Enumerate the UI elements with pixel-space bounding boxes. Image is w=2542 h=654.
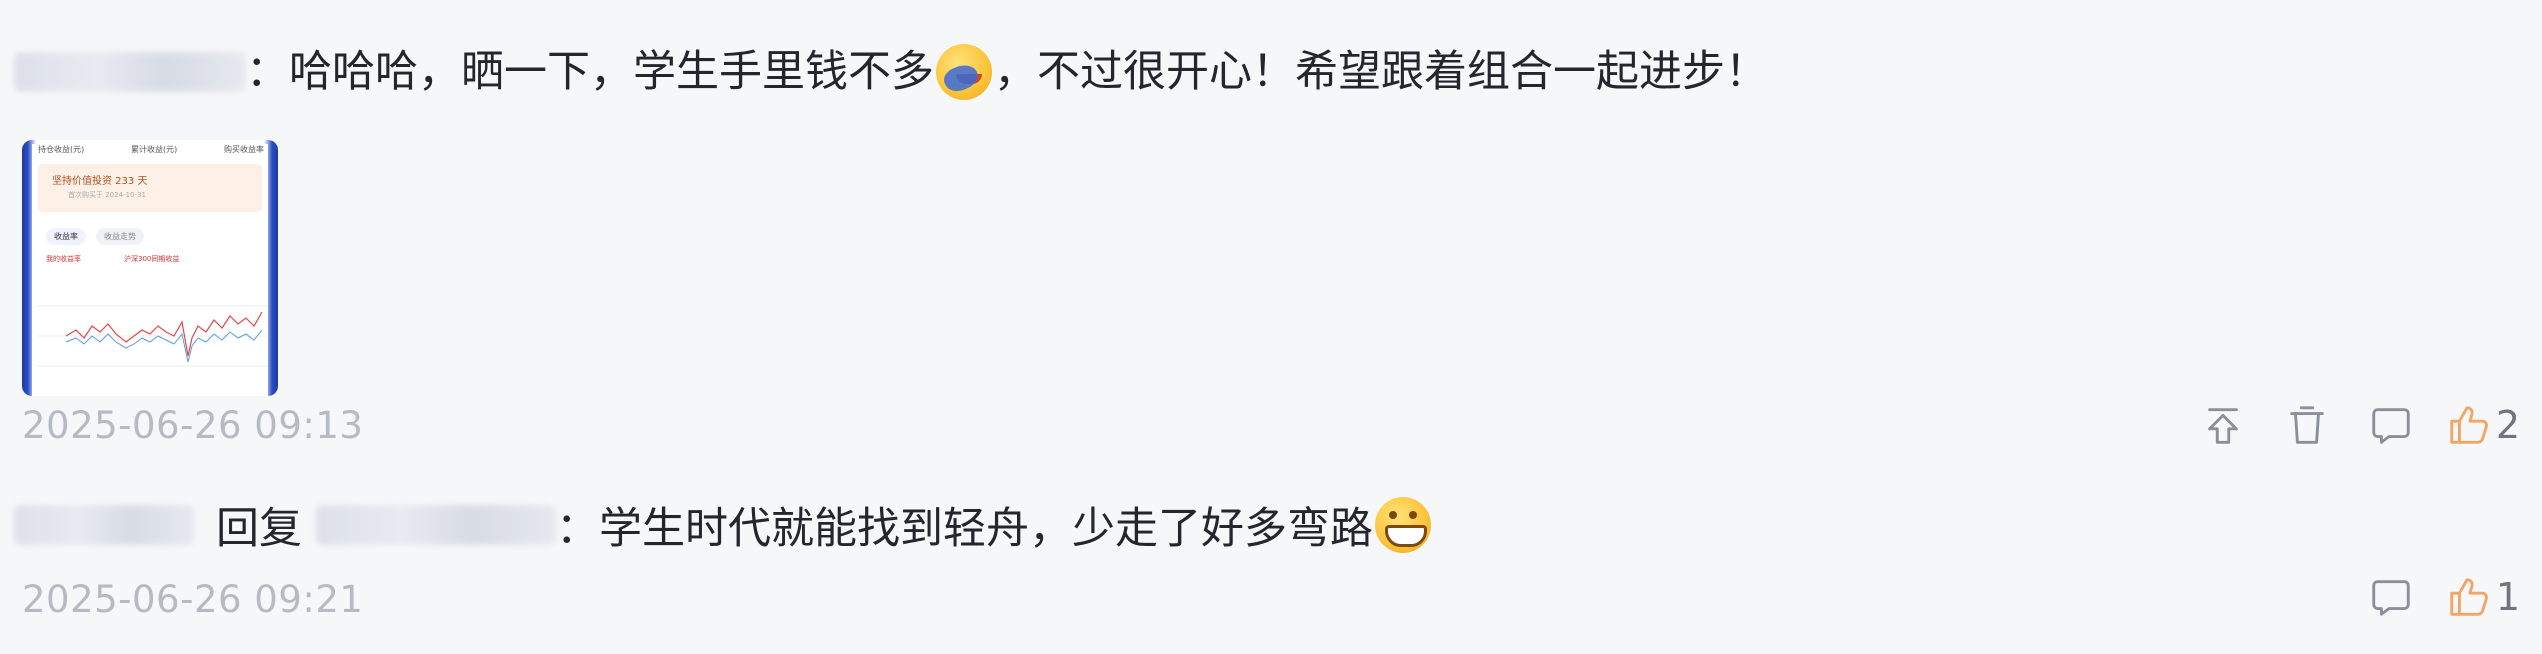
username-redacted[interactable]: [14, 505, 194, 545]
thumb-tabs: 收益率 收益走势: [46, 228, 144, 245]
reply-target-redacted[interactable]: [316, 505, 556, 545]
comment-1-timestamp: 2025-06-26 09:13: [22, 404, 364, 447]
like-count: 1: [2495, 575, 2520, 619]
comment-1-actions: 2: [2166, 398, 2520, 452]
grinning-emoji-icon: [1375, 497, 1431, 553]
comment-thread: ：哈哈哈，晒一下，学生手里钱不多 ，不过很开心！希望跟着组合一起进步！ 持仓收益…: [0, 0, 2542, 654]
thumb-banner-title: 坚持价值投资 233 天: [52, 176, 148, 187]
thumb-banner-sub: 首次购买于 2024-10-31: [68, 191, 146, 199]
reply-label: 回复: [216, 504, 302, 554]
thumb-label-left: 持仓收益(元): [38, 145, 85, 154]
thumbs-up-icon: [2450, 406, 2488, 444]
thumb-tab-active: 收益率: [46, 228, 86, 245]
thumbs-up-icon: [2450, 578, 2488, 616]
comment-bubble-icon[interactable]: [2364, 570, 2418, 624]
thumb-label-mid: 累计收益(元): [131, 145, 178, 154]
comment-text-part2: ，不过很开心！希望跟着组合一起进步！: [994, 47, 1768, 97]
username-redacted[interactable]: [14, 52, 246, 92]
thumb-stat-2: 沪深300同期收益: [124, 255, 180, 263]
like-count: 2: [2495, 403, 2520, 447]
thumb-stats: 我的收益率 沪深300同期收益: [46, 254, 256, 264]
trash-icon[interactable]: [2280, 398, 2334, 452]
thumb-tab-other: 收益走势: [96, 228, 144, 245]
like-button[interactable]: 2: [2446, 402, 2520, 448]
comment-text-part1: ：学生时代就能找到轻舟，少走了好多弯路: [556, 504, 1373, 554]
thumb-banner: 坚持价值投资 233 天 首次购买于 2024-10-31: [38, 164, 262, 212]
comment-image-thumbnail[interactable]: 持仓收益(元) 累计收益(元) 购买收益率 坚持价值投资 233 天 首次购买于…: [22, 140, 278, 396]
thumb-label-right: 购买收益率: [224, 145, 264, 154]
pin-top-icon[interactable]: [2196, 398, 2250, 452]
comment-2-actions: 1: [2334, 570, 2520, 624]
thumb-line-chart: [36, 305, 268, 367]
like-button[interactable]: 1: [2446, 574, 2520, 620]
comment-1-body: ：哈哈哈，晒一下，学生手里钱不多 ，不过很开心！希望跟着组合一起进步！: [14, 32, 1768, 112]
facepalm-emoji-icon: [936, 44, 992, 100]
comment-text-part1: ：哈哈哈，晒一下，学生手里钱不多: [246, 47, 934, 97]
comment-2-body: 回复 ：学生时代就能找到轻舟，少走了好多弯路: [14, 490, 1433, 560]
thumb-topbar: 持仓收益(元) 累计收益(元) 购买收益率: [38, 144, 264, 162]
comment-2-timestamp: 2025-06-26 09:21: [22, 578, 364, 621]
comment-bubble-icon[interactable]: [2364, 398, 2418, 452]
thumb-stat-1: 我的收益率: [46, 255, 81, 263]
